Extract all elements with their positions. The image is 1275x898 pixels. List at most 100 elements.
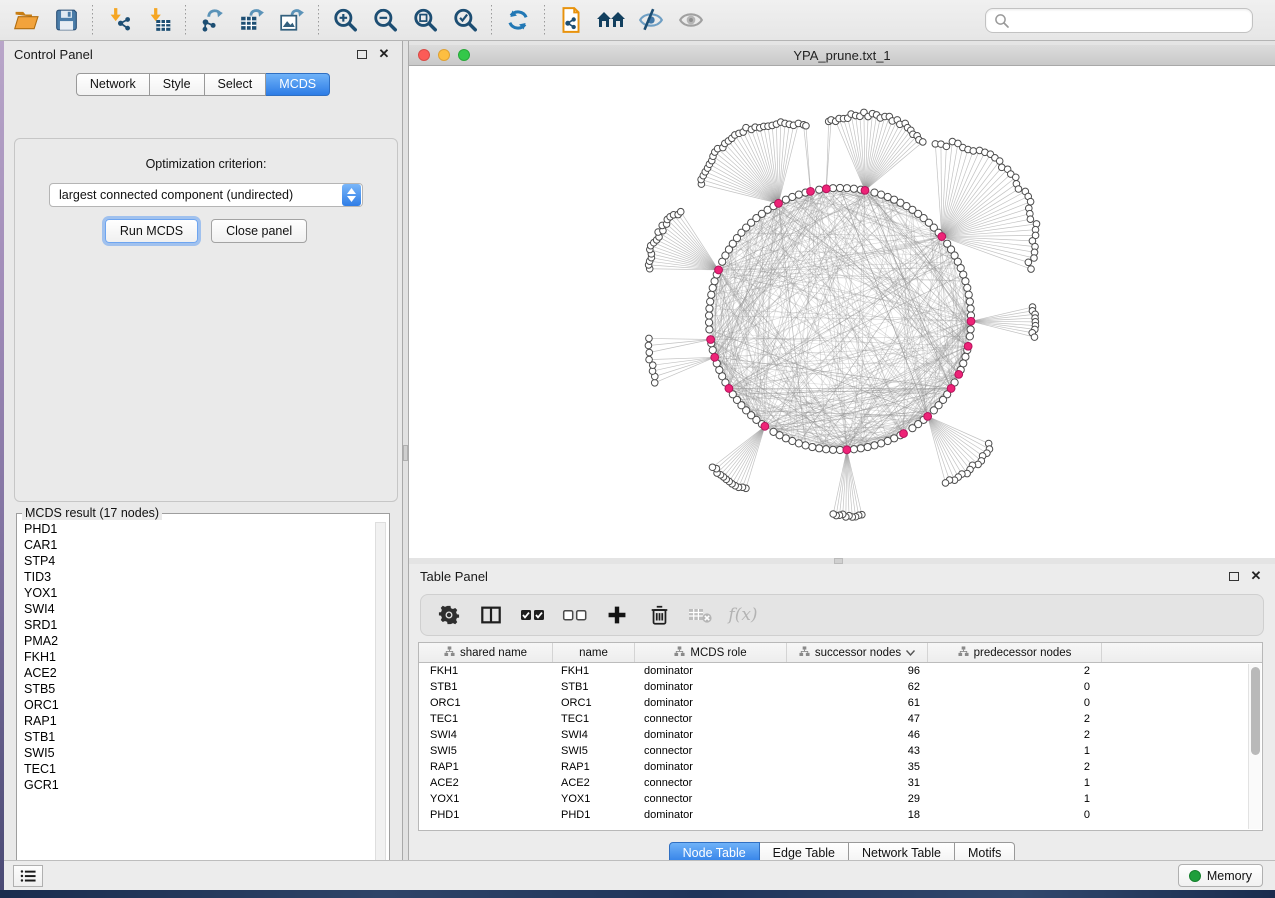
open-file-button[interactable]	[9, 4, 43, 36]
mcds-result-item[interactable]: SWI4	[24, 601, 389, 617]
zoom-out-icon	[372, 7, 399, 33]
hide-selected-button[interactable]	[634, 4, 668, 36]
mcds-result-group: MCDS result (17 nodes) PHD1CAR1STP4TID3Y…	[16, 506, 390, 880]
first-neighbors-button[interactable]	[594, 4, 628, 36]
toolbar-separator	[544, 5, 545, 35]
mcds-result-item[interactable]: ACE2	[24, 665, 389, 681]
function-builder-button[interactable]: f(x)	[727, 599, 759, 631]
network-canvas[interactable]	[409, 66, 1275, 558]
tab-network[interactable]: Network	[76, 73, 150, 96]
export-table-button[interactable]	[235, 4, 269, 36]
mcds-result-item[interactable]: STB5	[24, 681, 389, 697]
network-view[interactable]	[409, 66, 1275, 558]
mcds-result-item[interactable]: CAR1	[24, 537, 389, 553]
table-row[interactable]: STB1STB1dominator620	[419, 679, 1262, 695]
cell-shared_name: TEC1	[419, 711, 553, 727]
mcds-result-item[interactable]: TEC1	[24, 761, 389, 777]
column-header-name[interactable]: name	[553, 643, 635, 662]
mcds-result-item[interactable]: RAP1	[24, 713, 389, 729]
mcds-result-item[interactable]: ORC1	[24, 697, 389, 713]
clone-network-button[interactable]	[554, 4, 588, 36]
table-row[interactable]: ACE2ACE2connector311	[419, 775, 1262, 791]
table-body: FKH1FKH1dominator962STB1STB1dominator620…	[419, 663, 1262, 823]
delete-column-button[interactable]	[643, 599, 675, 631]
close-mcds-panel-button[interactable]: Close panel	[211, 219, 307, 243]
float-table-panel-button[interactable]	[1226, 568, 1242, 584]
cell-role: connector	[635, 711, 787, 727]
zoom-out-button[interactable]	[368, 4, 402, 36]
show-all-button[interactable]	[674, 4, 708, 36]
close-panel-button[interactable]: ✕	[376, 46, 392, 62]
close-table-panel-button[interactable]: ✕	[1248, 568, 1264, 584]
table-row[interactable]: FKH1FKH1dominator962	[419, 663, 1262, 679]
select-all-rows-button[interactable]	[517, 599, 549, 631]
mcds-result-item[interactable]: TID3	[24, 569, 389, 585]
cell-name: SWI5	[553, 743, 635, 759]
column-label: successor nodes	[815, 647, 901, 659]
optimization-criterion-select[interactable]: largest connected component (undirected)	[49, 183, 363, 207]
mcds-result-item[interactable]: PMA2	[24, 633, 389, 649]
cell-successors: 46	[787, 727, 928, 743]
mcds-result-item[interactable]: SRD1	[24, 617, 389, 633]
export-image-button[interactable]	[275, 4, 309, 36]
sort-desc-icon	[906, 647, 915, 659]
save-session-button[interactable]	[49, 4, 83, 36]
mcds-result-item[interactable]: STP4	[24, 553, 389, 569]
search-input[interactable]	[1010, 13, 1244, 29]
table-row[interactable]: SWI5SWI5connector431	[419, 743, 1262, 759]
tab-style[interactable]: Style	[150, 73, 205, 96]
cell-name: STB1	[553, 679, 635, 695]
column-header-shared-name[interactable]: shared name	[419, 643, 553, 662]
refresh-view-button[interactable]	[501, 4, 535, 36]
column-header-predecessor-nodes[interactable]: predecessor nodes	[928, 643, 1102, 662]
sitemap-icon	[958, 646, 969, 660]
table-row[interactable]: YOX1YOX1connector291	[419, 791, 1262, 807]
export-network-icon	[198, 7, 226, 33]
mcds-result-item[interactable]: YOX1	[24, 585, 389, 601]
delete-table-button[interactable]	[685, 599, 717, 631]
memory-button[interactable]: Memory	[1178, 864, 1263, 887]
checked-boxes-icon	[520, 606, 546, 624]
list-scrollbar[interactable]	[375, 522, 386, 868]
table-scrollbar[interactable]	[1248, 664, 1261, 829]
search-box[interactable]	[985, 8, 1253, 33]
mcds-result-item[interactable]: GCR1	[24, 777, 389, 793]
cell-predecessors: 0	[928, 695, 1102, 711]
create-column-button[interactable]	[601, 599, 633, 631]
mcds-result-list[interactable]: PHD1CAR1STP4TID3YOX1SWI4SRD1PMA2FKH1ACE2…	[17, 520, 389, 872]
task-history-button[interactable]	[13, 865, 43, 887]
toolbar-separator	[185, 5, 186, 35]
deselect-all-rows-button[interactable]	[559, 599, 591, 631]
fx-icon: f(x)	[728, 605, 757, 625]
show-columns-button[interactable]	[475, 599, 507, 631]
table-row[interactable]: RAP1RAP1dominator352	[419, 759, 1262, 775]
import-network-button[interactable]	[102, 4, 136, 36]
zoom-selected-button[interactable]	[448, 4, 482, 36]
mcds-result-item[interactable]: PHD1	[24, 521, 389, 537]
table-settings-button[interactable]	[433, 599, 465, 631]
zoom-fit-button[interactable]	[408, 4, 442, 36]
cell-predecessors: 1	[928, 775, 1102, 791]
table-row[interactable]: TEC1TEC1connector472	[419, 711, 1262, 727]
export-network-button[interactable]	[195, 4, 229, 36]
run-mcds-button[interactable]: Run MCDS	[105, 219, 198, 243]
import-table-button[interactable]	[142, 4, 176, 36]
plus-icon	[606, 604, 628, 626]
mcds-result-item[interactable]: STB1	[24, 729, 389, 745]
zoom-in-button[interactable]	[328, 4, 362, 36]
houses-icon	[596, 7, 626, 33]
table-row[interactable]: SWI4SWI4dominator462	[419, 727, 1262, 743]
float-icon	[357, 50, 367, 59]
tab-select[interactable]: Select	[205, 73, 267, 96]
network-window-titlebar[interactable]: YPA_prune.txt_1	[409, 45, 1275, 66]
table-row[interactable]: PHD1PHD1dominator180	[419, 807, 1262, 823]
mcds-result-item[interactable]: FKH1	[24, 649, 389, 665]
scrollbar-thumb[interactable]	[1251, 667, 1260, 755]
column-header-successor-nodes[interactable]: successor nodes	[787, 643, 928, 662]
mcds-result-item[interactable]: SWI5	[24, 745, 389, 761]
splitter-handle[interactable]	[403, 445, 408, 461]
table-row[interactable]: ORC1ORC1dominator610	[419, 695, 1262, 711]
tab-mcds[interactable]: MCDS	[266, 73, 330, 96]
column-header-MCDS-role[interactable]: MCDS role	[635, 643, 787, 662]
float-panel-button[interactable]	[354, 46, 370, 62]
